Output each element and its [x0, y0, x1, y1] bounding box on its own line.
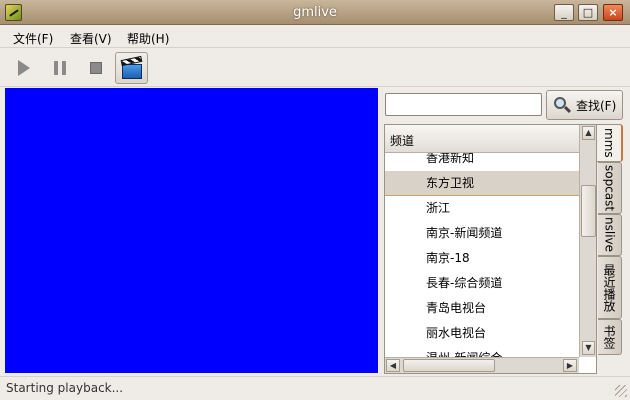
menu-view[interactable]: 查看(V) — [70, 30, 112, 47]
tab-mms[interactable]: mms — [597, 124, 623, 162]
tab-recent[interactable]: 最近播放 — [598, 256, 622, 319]
minimize-button[interactable]: _ — [554, 4, 574, 21]
horizontal-scroll-thumb[interactable] — [403, 359, 495, 372]
toolbar — [0, 49, 630, 87]
vertical-scrollbar[interactable]: ▲ ▼ — [579, 125, 596, 357]
list-item[interactable]: 浙江 — [385, 196, 579, 221]
list-item[interactable]: 長春-综合频道 — [385, 271, 579, 296]
stop-icon — [89, 62, 102, 74]
tab-sopcast[interactable]: sopcast — [598, 162, 622, 214]
status-text: Starting playback... — [6, 381, 124, 395]
maximize-button[interactable]: □ — [578, 4, 598, 21]
list-item-selected[interactable]: 东方卫视 — [385, 171, 579, 196]
tab-label: 书签 — [602, 325, 616, 349]
tab-label: nslive — [602, 217, 617, 253]
vertical-scroll-thumb[interactable] — [581, 185, 596, 237]
list-item[interactable]: 香港新知 — [385, 153, 579, 171]
menu-help[interactable]: 帮助(H) — [127, 30, 169, 47]
scroll-down-icon[interactable]: ▼ — [582, 341, 595, 355]
channel-list: 频道 香港新知 东方卫视 浙江 南京-新闻频道 南京-18 長春-综合频道 青岛… — [384, 124, 597, 374]
search-input[interactable] — [385, 93, 542, 116]
tab-label: 最近播放 — [602, 263, 616, 312]
menu-bar: 文件(F) 查看(V) 帮助(H) — [0, 26, 630, 48]
stop-button[interactable] — [79, 52, 112, 84]
list-item[interactable]: 南京-新闻频道 — [385, 221, 579, 246]
pause-icon — [53, 61, 66, 75]
list-item[interactable]: 青岛电视台 — [385, 296, 579, 321]
close-button[interactable]: × — [603, 4, 623, 21]
play-button[interactable] — [6, 52, 39, 84]
channel-list-body: 香港新知 东方卫视 浙江 南京-新闻频道 南京-18 長春-综合频道 青岛电视台… — [385, 153, 579, 357]
scroll-up-icon[interactable]: ▲ — [582, 126, 595, 140]
clapperboard-icon — [120, 55, 144, 80]
media-button[interactable] — [115, 52, 148, 84]
window-title: gmlive — [293, 5, 337, 20]
column-header-channel[interactable]: 频道 — [385, 125, 579, 153]
horizontal-scrollbar[interactable]: ◀ ▶ — [385, 357, 579, 373]
play-icon — [18, 60, 30, 76]
search-button-label: 查找(F) — [576, 98, 617, 113]
menu-file[interactable]: 文件(F) — [13, 30, 53, 47]
list-item[interactable]: 丽水电视台 — [385, 321, 579, 346]
tab-label: sopcast — [602, 164, 617, 212]
magnifier-icon — [553, 96, 572, 114]
list-item[interactable]: 温州-新闻综合 — [385, 346, 579, 357]
pause-button[interactable] — [43, 52, 76, 84]
search-button[interactable]: 查找(F) — [546, 90, 623, 120]
scroll-right-icon[interactable]: ▶ — [563, 359, 577, 372]
tab-label: mms — [602, 128, 616, 158]
scroll-left-icon[interactable]: ◀ — [386, 359, 400, 372]
status-bar: Starting playback... — [0, 376, 630, 400]
tab-nslive[interactable]: nslive — [598, 214, 622, 256]
video-area[interactable] — [5, 88, 378, 373]
title-bar: gmlive _ □ × — [0, 0, 630, 25]
resize-grip-icon[interactable] — [615, 385, 627, 397]
list-item[interactable]: 南京-18 — [385, 246, 579, 271]
tab-bookmarks[interactable]: 书签 — [598, 319, 622, 355]
